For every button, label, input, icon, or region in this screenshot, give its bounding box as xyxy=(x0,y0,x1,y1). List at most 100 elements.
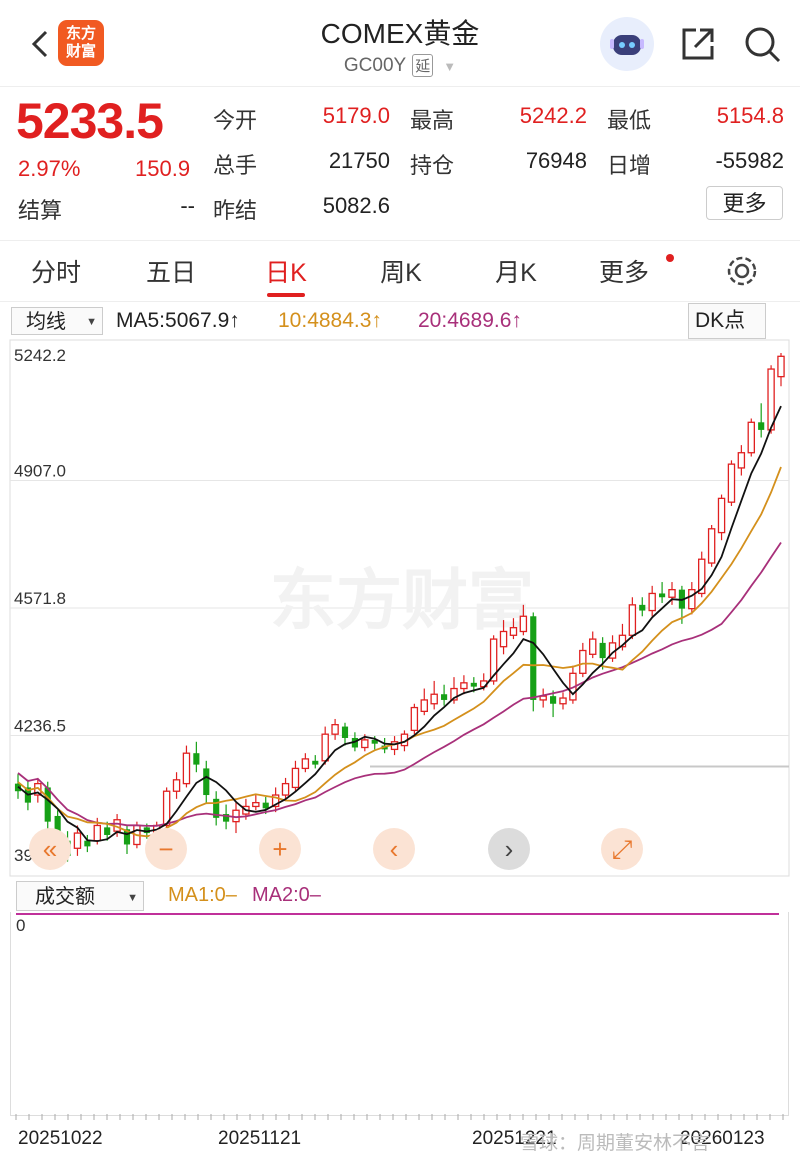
scroll-left-button[interactable]: ‹ xyxy=(373,828,415,870)
candle-body xyxy=(499,630,508,648)
last-price: 5233.5 xyxy=(16,93,164,149)
high-label: 最高 xyxy=(410,108,455,133)
kline-chart[interactable]: 东方财富 5242.24907.04571.84236.53901.3 xyxy=(0,338,800,878)
candle-body xyxy=(252,801,260,808)
more-fields-button[interactable]: 更多 xyxy=(706,186,783,220)
candle-body xyxy=(758,422,765,430)
candle-body xyxy=(321,733,329,762)
source-watermark: 雪球：周期董安林不言 xyxy=(520,1133,711,1154)
open-label: 今开 xyxy=(213,108,258,133)
x-label-1: 20251022 xyxy=(18,1128,103,1149)
page-title: COMEX黄金 xyxy=(320,18,480,49)
top-bar: 东方 财富 COMEX黄金 GC00Y 延 ▼ xyxy=(0,0,800,87)
daily-change-value: -55982 xyxy=(715,148,784,173)
zoom-in-button[interactable]: + xyxy=(259,828,301,870)
settle-value: -- xyxy=(180,193,195,218)
y-tick-label: 4907.0 xyxy=(14,461,66,480)
fullscreen-button[interactable]: ⤢ xyxy=(601,828,643,870)
candle-body xyxy=(470,682,477,687)
caret-down-icon: ▼ xyxy=(443,59,457,74)
scroll-left-far-button[interactable]: « xyxy=(29,828,71,870)
gear-icon xyxy=(727,256,757,286)
search-button[interactable] xyxy=(742,24,782,64)
candle-body xyxy=(460,682,468,690)
y-tick-label: 5242.2 xyxy=(14,346,66,365)
candle-body xyxy=(104,827,111,835)
ma5-readout: MA5:5067.9↑ xyxy=(116,309,240,332)
x-axis-ticks xyxy=(15,1114,784,1120)
dk-point-button[interactable]: DK点 xyxy=(688,303,766,339)
app-logo: 东方 财富 xyxy=(58,20,104,66)
volume-value: 21750 xyxy=(328,148,390,173)
caret-down-icon: ▼ xyxy=(127,892,138,904)
volume-indicator-select[interactable]: 成交额 ▼ xyxy=(16,881,144,911)
candle-body xyxy=(628,604,637,636)
candle-body xyxy=(599,642,606,659)
candle-body xyxy=(579,649,587,674)
tab-monthly-k[interactable]: 月K xyxy=(471,253,561,289)
delay-badge: 延 xyxy=(412,54,434,77)
back-button[interactable] xyxy=(22,24,62,64)
candle-body xyxy=(193,753,200,765)
chevron-left-icon xyxy=(31,30,48,58)
candle-body xyxy=(747,421,755,454)
scroll-right-button[interactable]: › xyxy=(488,828,530,870)
candle-body xyxy=(291,767,300,789)
candle-body xyxy=(717,497,726,534)
candle-body xyxy=(727,463,736,503)
tab-more[interactable]: 更多 xyxy=(579,253,669,289)
candle-body xyxy=(281,782,290,796)
period-tabs: 分时 五日 日K 周K 月K 更多 xyxy=(0,240,800,302)
candle-body xyxy=(262,802,269,809)
zoom-out-button[interactable]: − xyxy=(145,828,187,870)
chart-watermark: 东方财富 xyxy=(270,562,534,639)
candle-body xyxy=(182,752,191,785)
notification-dot xyxy=(666,254,674,262)
tab-daily-k[interactable]: 日K xyxy=(241,253,331,289)
settle-label: 结算 xyxy=(18,198,63,223)
volume-ma-line xyxy=(16,913,779,915)
candle-body xyxy=(312,760,319,765)
candle-body xyxy=(589,638,597,655)
candle-body xyxy=(420,699,428,713)
candle-body xyxy=(93,824,101,842)
prev-settle-value: 5082.6 xyxy=(322,193,390,218)
candle-body xyxy=(331,724,339,735)
assistant-robot-icon[interactable] xyxy=(600,17,654,71)
candle-body xyxy=(659,593,666,598)
active-tab-indicator xyxy=(267,293,305,297)
share-button[interactable] xyxy=(678,24,718,64)
indicator-select[interactable]: 均线 ▼ xyxy=(11,307,103,335)
candle-body xyxy=(232,809,240,823)
candle-body xyxy=(430,693,438,705)
ma10-line xyxy=(17,466,782,838)
candle-body xyxy=(84,840,91,847)
candle-body xyxy=(44,787,51,822)
tab-intraday[interactable]: 分时 xyxy=(11,253,101,289)
daily-change-label: 日增 xyxy=(607,153,652,178)
candle-body xyxy=(172,779,181,792)
candle-body xyxy=(688,588,696,610)
tab-weekly-k[interactable]: 周K xyxy=(356,253,446,289)
volume-label: 总手 xyxy=(213,153,258,178)
settings-button[interactable] xyxy=(724,253,760,289)
candle-body xyxy=(707,528,716,564)
candle-body xyxy=(341,726,349,738)
candle-body xyxy=(648,592,656,612)
candle-body xyxy=(767,368,775,431)
candle-body xyxy=(441,694,448,700)
volume-zero-label: 0 xyxy=(16,916,26,935)
tab-five-day[interactable]: 五日 xyxy=(126,253,216,289)
open-interest-value: 76948 xyxy=(525,148,587,173)
change-percent: 2.97% xyxy=(18,156,81,181)
symbol-code[interactable]: GC00Y 延 ▼ xyxy=(300,54,500,77)
candle-body xyxy=(668,588,676,598)
vol-ma1-readout: MA1:0– xyxy=(168,884,237,906)
caret-down-icon: ▼ xyxy=(86,316,97,328)
candle-body xyxy=(301,758,310,770)
search-icon xyxy=(745,27,781,63)
share-icon xyxy=(682,28,714,60)
high-value: 5242.2 xyxy=(519,103,587,128)
y-tick-label: 4571.8 xyxy=(14,589,66,608)
volume-chart[interactable] xyxy=(10,912,789,1116)
